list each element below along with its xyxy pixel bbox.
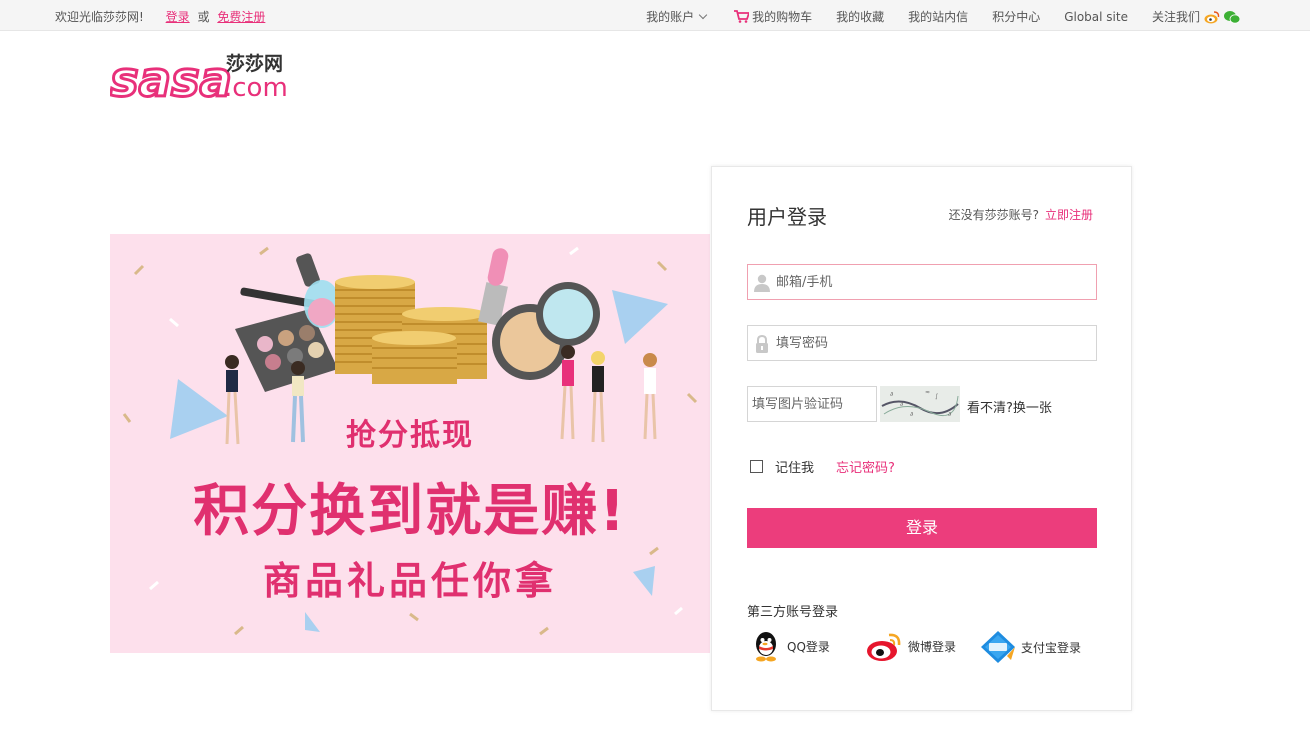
alipay-login-label: 支付宝登录 <box>1021 640 1082 655</box>
captcha-input[interactable] <box>752 387 874 421</box>
my-account-label: 我的账户 <box>646 10 695 24</box>
weibo-login[interactable]: 微博登录 <box>865 630 956 662</box>
no-account-text: 还没有莎莎账号? <box>948 208 1039 222</box>
password-field[interactable] <box>747 325 1097 361</box>
follow-us: 关注我们 <box>1152 8 1240 25</box>
login-button[interactable]: 登录 <box>747 508 1097 548</box>
points-center-label: 积分中心 <box>992 10 1041 24</box>
no-account-prompt: 还没有莎莎账号? 立即注册 <box>949 206 1093 223</box>
my-favorites-label: 我的收藏 <box>836 10 885 24</box>
logo-cn-text: 莎莎网 <box>226 52 283 75</box>
my-messages-link[interactable]: 我的站内信 <box>908 8 968 25</box>
alipay-login[interactable]: 支付宝登录 <box>980 630 1081 664</box>
login-panel: 用户登录 还没有莎莎账号? 立即注册 ∂ ∂ ∫ ∂ ∂ ≈ 看不清?换一张 记住我 <box>711 166 1132 711</box>
svg-text:∂: ∂ <box>900 401 903 408</box>
my-account-menu[interactable]: 我的账户 <box>646 8 708 25</box>
banner-subtitle-top: 抢分抵现 <box>346 418 474 453</box>
my-messages-label: 我的站内信 <box>908 10 969 24</box>
promo-banner[interactable]: 抢分抵现 积分换到就是赚! 商品礼品任你拿 <box>110 234 710 653</box>
svg-text:∂: ∂ <box>948 411 951 418</box>
or-text: 或 <box>197 10 210 24</box>
username-input[interactable] <box>776 265 1091 299</box>
user-icon <box>754 274 770 292</box>
svg-text:∫: ∫ <box>935 393 938 400</box>
follow-us-label: 关注我们 <box>1151 10 1200 24</box>
remember-me[interactable]: 记住我 <box>750 457 814 476</box>
banner-headline: 积分换到就是赚! <box>193 479 627 544</box>
qq-login[interactable]: QQ登录 <box>750 630 830 662</box>
global-site-link[interactable]: Global site <box>1064 10 1128 24</box>
top-nav: 我的账户 我的购物车 我的收藏 我的站内信 积分中心 Global site 关… <box>622 8 1240 25</box>
logo-dotcom-text: .com <box>224 73 288 102</box>
my-cart-link[interactable]: 我的购物车 <box>734 8 812 25</box>
welcome-area: 欢迎光临莎莎网! 登录 或 免费注册 <box>55 8 265 25</box>
my-favorites-link[interactable]: 我的收藏 <box>836 8 884 25</box>
remember-me-checkbox[interactable] <box>750 460 763 473</box>
svg-text:∂: ∂ <box>910 411 913 418</box>
sasa-logo-graphic: sasa .com 莎莎网 <box>109 51 288 110</box>
cart-icon <box>734 10 750 23</box>
qq-login-label: QQ登录 <box>787 639 830 654</box>
register-now-link[interactable]: 立即注册 <box>1045 208 1093 222</box>
captcha-image[interactable]: ∂ ∂ ∫ ∂ ∂ ≈ <box>880 386 960 422</box>
global-site-label: Global site <box>1064 9 1128 24</box>
compact-mirror <box>492 282 600 380</box>
banner-subtitle-bottom: 商品礼品任你拿 <box>262 559 557 603</box>
welcome-text: 欢迎光临莎莎网! <box>55 10 144 24</box>
forgot-password-link[interactable]: 忘记密码? <box>836 457 895 476</box>
sasa-logo[interactable]: sasa .com 莎莎网 <box>109 50 300 110</box>
password-input[interactable] <box>776 326 1091 360</box>
wechat-small-icon[interactable] <box>1224 10 1240 24</box>
lock-icon <box>756 335 768 353</box>
remember-me-label: 记住我 <box>775 461 815 476</box>
points-center-link[interactable]: 积分中心 <box>992 8 1040 25</box>
alipay-icon <box>981 631 1015 663</box>
captcha-field[interactable] <box>747 386 877 422</box>
svg-text:≈: ≈ <box>925 389 930 396</box>
top-bar: 欢迎光临莎莎网! 登录 或 免费注册 我的账户 我的购物车 我的收藏 我的站内信… <box>0 0 1310 31</box>
captcha-refresh-link[interactable]: 看不清?换一张 <box>967 397 1052 416</box>
third-party-title: 第三方账号登录 <box>747 605 839 620</box>
login-link[interactable]: 登录 <box>166 10 190 24</box>
weibo-login-label: 微博登录 <box>908 639 957 654</box>
register-link[interactable]: 免费注册 <box>217 10 265 24</box>
weibo-icon <box>867 633 901 661</box>
my-cart-label: 我的购物车 <box>752 10 813 24</box>
username-field[interactable] <box>747 264 1097 300</box>
login-title: 用户登录 <box>747 205 827 229</box>
gold-coins <box>335 275 487 384</box>
weibo-small-icon[interactable] <box>1204 10 1220 24</box>
logo-sasa-text: sasa <box>110 52 232 102</box>
svg-text:∂: ∂ <box>890 391 893 398</box>
qq-icon <box>756 632 776 662</box>
chevron-down-icon <box>698 10 708 19</box>
